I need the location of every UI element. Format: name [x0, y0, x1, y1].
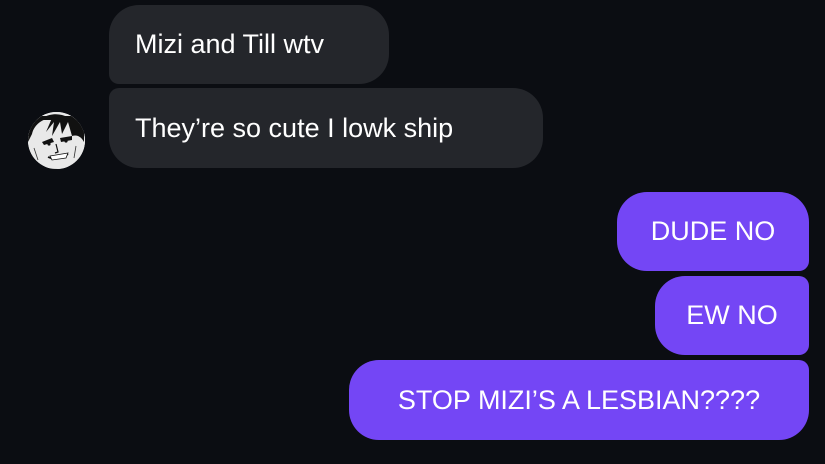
incoming-message-2-text: They’re so cute I lowk ship: [135, 112, 454, 143]
incoming-message-2[interactable]: They’re so cute I lowk ship: [109, 88, 543, 168]
outgoing-message-3-text: STOP MIZI’S A LESBIAN????: [397, 384, 761, 415]
outgoing-message-1-text: DUDE NO: [650, 216, 776, 246]
incoming-message-1-text: Mizi and Till wtv: [135, 29, 325, 59]
outgoing-message-2[interactable]: EW NO: [655, 276, 809, 355]
incoming-message-1[interactable]: Mizi and Till wtv: [109, 5, 389, 84]
contact-avatar[interactable]: [28, 112, 85, 169]
manga-character-avatar-icon: [28, 112, 85, 169]
outgoing-message-2-text: EW NO: [686, 300, 778, 330]
outgoing-message-3[interactable]: STOP MIZI’S A LESBIAN????: [349, 360, 809, 440]
outgoing-message-1[interactable]: DUDE NO: [617, 192, 809, 271]
